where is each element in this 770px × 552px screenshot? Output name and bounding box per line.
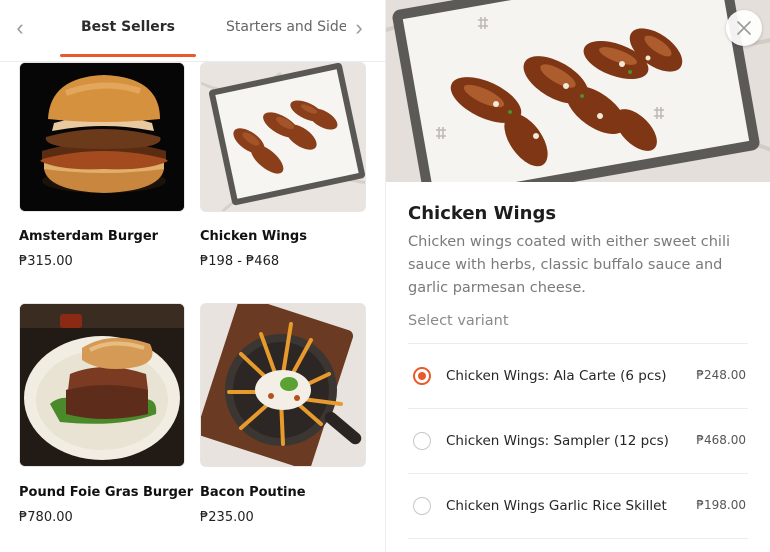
- product-card-pound-foie-gras-burger[interactable]: Pound Foie Gras Burger ₱780.00: [19, 303, 193, 525]
- product-price: ₱315.00: [19, 254, 73, 269]
- product-description: Chicken wings coated with either sweet c…: [408, 234, 730, 296]
- variant-name: Chicken Wings: Ala Carte (6 pcs): [446, 368, 667, 384]
- chevron-left-icon[interactable]: ‹: [8, 14, 32, 42]
- variant-name: Chicken Wings: Sampler (12 pcs): [446, 433, 669, 449]
- product-name: Chicken Wings: [200, 229, 307, 244]
- select-variant-label: Select variant: [408, 313, 509, 329]
- close-button[interactable]: [726, 10, 762, 46]
- category-tab-bar: ‹ Best Sellers Starters and Sides ›: [0, 0, 385, 62]
- chevron-right-icon[interactable]: ›: [347, 14, 371, 42]
- active-tab-indicator: [60, 54, 196, 57]
- variant-list: Chicken Wings: Ala Carte (6 pcs) ₱248.00…: [408, 343, 748, 539]
- product-price: ₱198 - ₱468: [200, 254, 280, 269]
- product-image-chicken-wings: [200, 62, 366, 212]
- product-card-amsterdam-burger[interactable]: Amsterdam Burger ₱315.00: [19, 62, 185, 269]
- product-detail-info: Chicken Wings Chicken wings coated with …: [408, 203, 753, 329]
- tab-best-sellers[interactable]: Best Sellers: [60, 19, 196, 35]
- radio-unselected[interactable]: [413, 497, 431, 515]
- radio-unselected[interactable]: [413, 432, 431, 450]
- close-icon: [737, 21, 751, 35]
- product-title: Chicken Wings: [408, 203, 557, 224]
- variant-option-sampler[interactable]: Chicken Wings: Sampler (12 pcs) ₱468.00: [408, 409, 748, 474]
- menu-panel: ‹ Best Sellers Starters and Sides › Amst…: [0, 0, 385, 552]
- variant-price: ₱198.00: [696, 498, 746, 512]
- product-card-chicken-wings[interactable]: Chicken Wings ₱198 - ₱468: [200, 62, 366, 269]
- variant-name: Chicken Wings Garlic Rice Skillet: [446, 498, 667, 514]
- product-name: Pound Foie Gras Burger: [19, 485, 194, 500]
- tab-starters-and-sides[interactable]: Starters and Sides: [226, 19, 346, 35]
- product-price: ₱780.00: [19, 510, 73, 525]
- product-image-amsterdam-burger: [19, 62, 185, 212]
- product-name: Amsterdam Burger: [19, 229, 159, 244]
- variant-price: ₱468.00: [696, 433, 746, 447]
- product-image-pound-foie-gras-burger: [19, 303, 185, 467]
- product-detail-panel: Chicken Wings Chicken wings coated with …: [385, 0, 770, 552]
- radio-selected[interactable]: [413, 367, 431, 385]
- variant-option-garlic-rice-skillet[interactable]: Chicken Wings Garlic Rice Skillet ₱198.0…: [408, 474, 748, 539]
- product-price: ₱235.00: [200, 510, 254, 525]
- product-image-bacon-poutine: [200, 303, 366, 467]
- product-name: Bacon Poutine: [200, 485, 306, 500]
- product-card-bacon-poutine[interactable]: Bacon Poutine ₱235.00: [200, 303, 366, 525]
- variant-price: ₱248.00: [696, 368, 746, 382]
- product-hero-image: [386, 0, 770, 182]
- variant-option-ala-carte[interactable]: Chicken Wings: Ala Carte (6 pcs) ₱248.00: [408, 344, 748, 409]
